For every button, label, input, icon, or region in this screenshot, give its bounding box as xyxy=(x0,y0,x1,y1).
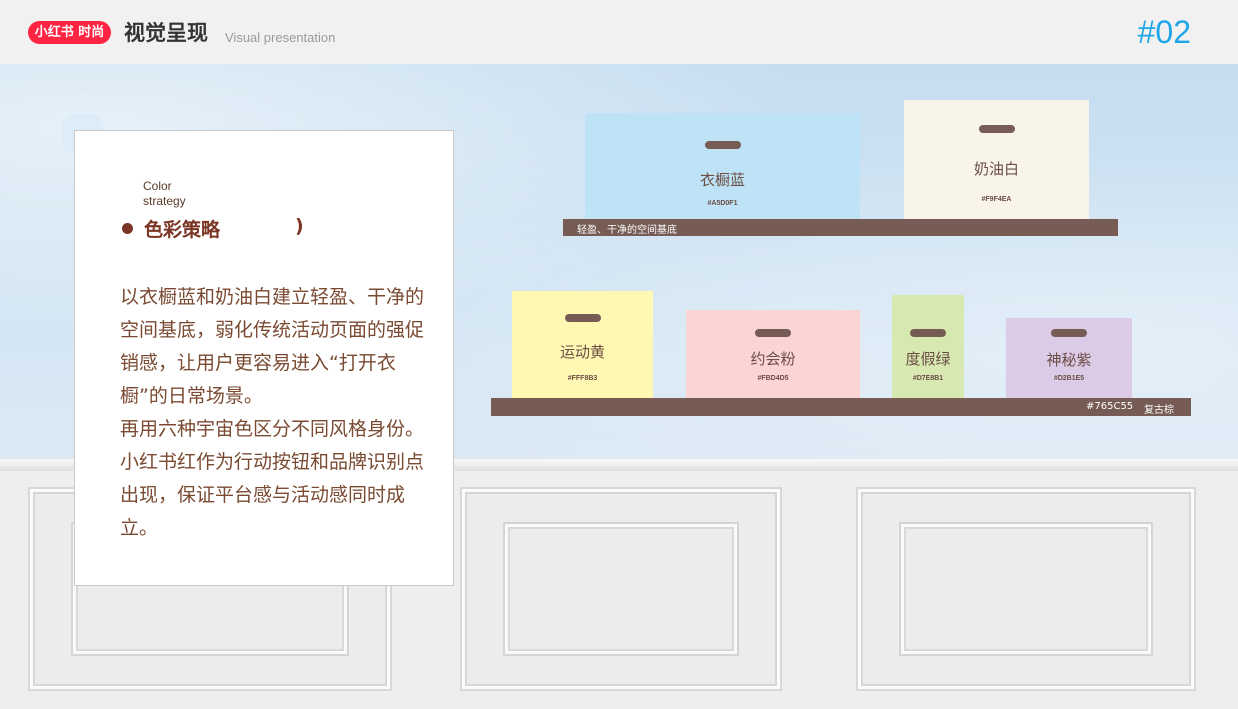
color-strategy-card: Color strategy 色彩策略 ) 以衣橱蓝和奶油白建立轻盈、干净的空间… xyxy=(74,130,454,586)
section-title-paren: ) xyxy=(295,215,304,237)
bullet-dot-icon xyxy=(122,223,133,234)
wall-panel xyxy=(462,489,780,689)
box-hex: #FFF8B3 xyxy=(567,375,598,382)
box-hex: #A5D0F1 xyxy=(707,200,738,207)
top-shelf: 轻盈、干净的空间基底 xyxy=(563,219,1118,236)
bottom-shelf-label: 复古棕 xyxy=(1144,405,1174,416)
color-box-cream-white: 奶油白 #F9F4EA xyxy=(904,100,1089,220)
color-box-vacation-green: 度假绿 #D7E8B1 xyxy=(892,295,964,399)
box-name: 运动黄 xyxy=(559,343,605,361)
box-hex: #FBD4D5 xyxy=(757,375,789,382)
bottom-shelf-hex: #765C55 xyxy=(1086,401,1134,412)
page-number: #02 xyxy=(1137,14,1191,50)
eyebrow-line: Color xyxy=(143,179,172,193)
handle-icon xyxy=(564,314,601,322)
handle-icon xyxy=(910,329,946,337)
box-name: 约会粉 xyxy=(750,350,796,368)
color-box-wardrobe-blue: 衣橱蓝 #A5D0F1 xyxy=(585,113,860,220)
box-hex: #D2B1E5 xyxy=(1053,375,1085,382)
box-hex: #F9F4EA xyxy=(981,196,1012,203)
box-name: 奶油白 xyxy=(973,160,1019,178)
brand-logo: 小红书 时尚 xyxy=(28,21,111,44)
handle-icon xyxy=(978,125,1015,133)
color-box-date-pink: 约会粉 #FBD4D5 xyxy=(686,310,860,399)
description-paragraph: 再用六种宇宙色区分不同风格身份。小红书红作为行动按钮和品牌识别点出现，保证平台感… xyxy=(120,418,425,539)
page-title: 视觉呈现 xyxy=(124,21,208,45)
color-box-sport-yellow: 运动黄 #FFF8B3 xyxy=(512,291,653,399)
box-name: 衣橱蓝 xyxy=(699,171,745,189)
top-shelf-label: 轻盈、干净的空间基底 xyxy=(577,225,677,236)
box-hex: #D7E8B1 xyxy=(912,375,944,382)
color-box-mystery-purple: 神秘紫 #D2B1E5 xyxy=(1006,318,1132,399)
eyebrow-line: strategy xyxy=(143,194,186,208)
handle-icon xyxy=(704,141,741,149)
page-subtitle: Visual presentation xyxy=(225,30,336,45)
box-name: 神秘紫 xyxy=(1046,351,1092,369)
description-paragraph: 以衣橱蓝和奶油白建立轻盈、干净的空间基底，弱化传统活动页面的强促销感，让用户更容… xyxy=(120,286,425,407)
bottom-shelf: #765C55 复古棕 xyxy=(491,398,1191,416)
wall-panel xyxy=(858,489,1194,689)
card-eyebrow: Color strategy xyxy=(143,179,223,209)
card-description: 以衣橱蓝和奶油白建立轻盈、干净的空间基底，弱化传统活动页面的强促销感，让用户更容… xyxy=(120,281,425,545)
header-bar: 小红书 时尚 视觉呈现 Visual presentation #02 xyxy=(0,0,1238,64)
box-name: 度假绿 xyxy=(905,350,951,368)
handle-icon xyxy=(1051,329,1087,337)
handle-icon xyxy=(755,329,791,337)
section-title: 色彩策略 xyxy=(144,219,221,241)
